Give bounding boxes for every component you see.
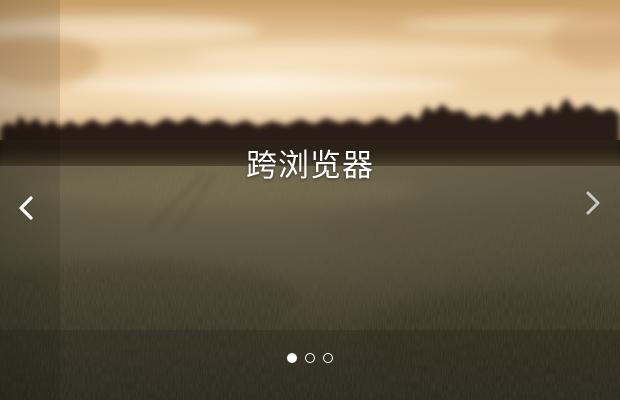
slide-indicators — [0, 353, 620, 363]
slide-indicator-2[interactable] — [305, 353, 315, 363]
next-slide-button[interactable] — [576, 188, 610, 228]
slide-image — [0, 0, 620, 400]
chevron-left-icon — [19, 196, 33, 220]
previous-slide-button[interactable] — [10, 188, 44, 228]
chevron-right-icon — [586, 191, 600, 215]
slide-indicator-1[interactable] — [287, 353, 297, 363]
slide-indicator-3[interactable] — [323, 353, 333, 363]
slide-caption: 跨浏览器 — [246, 148, 374, 184]
image-carousel: 跨浏览器 — [0, 0, 620, 400]
